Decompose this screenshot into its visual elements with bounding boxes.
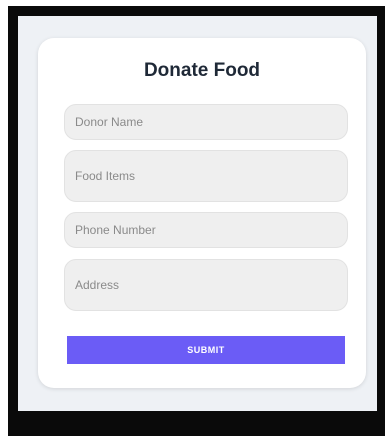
address-field[interactable]: Address (64, 259, 348, 311)
device: Donate Food Donor Name Food Items Phone … (0, 0, 385, 436)
phone-number-placeholder: Phone Number (75, 223, 156, 237)
bottom-bezel (18, 411, 377, 436)
donor-name-field[interactable]: Donor Name (64, 104, 348, 140)
food-items-field[interactable]: Food Items (64, 150, 348, 202)
donate-food-card: Donate Food Donor Name Food Items Phone … (38, 38, 366, 388)
donor-name-placeholder: Donor Name (75, 115, 144, 129)
submit-button[interactable]: SUBMIT (67, 336, 345, 364)
address-placeholder: Address (75, 278, 120, 292)
page-title: Donate Food (143, 60, 261, 81)
food-items-placeholder: Food Items (75, 169, 136, 183)
phone-number-field[interactable]: Phone Number (64, 212, 348, 248)
